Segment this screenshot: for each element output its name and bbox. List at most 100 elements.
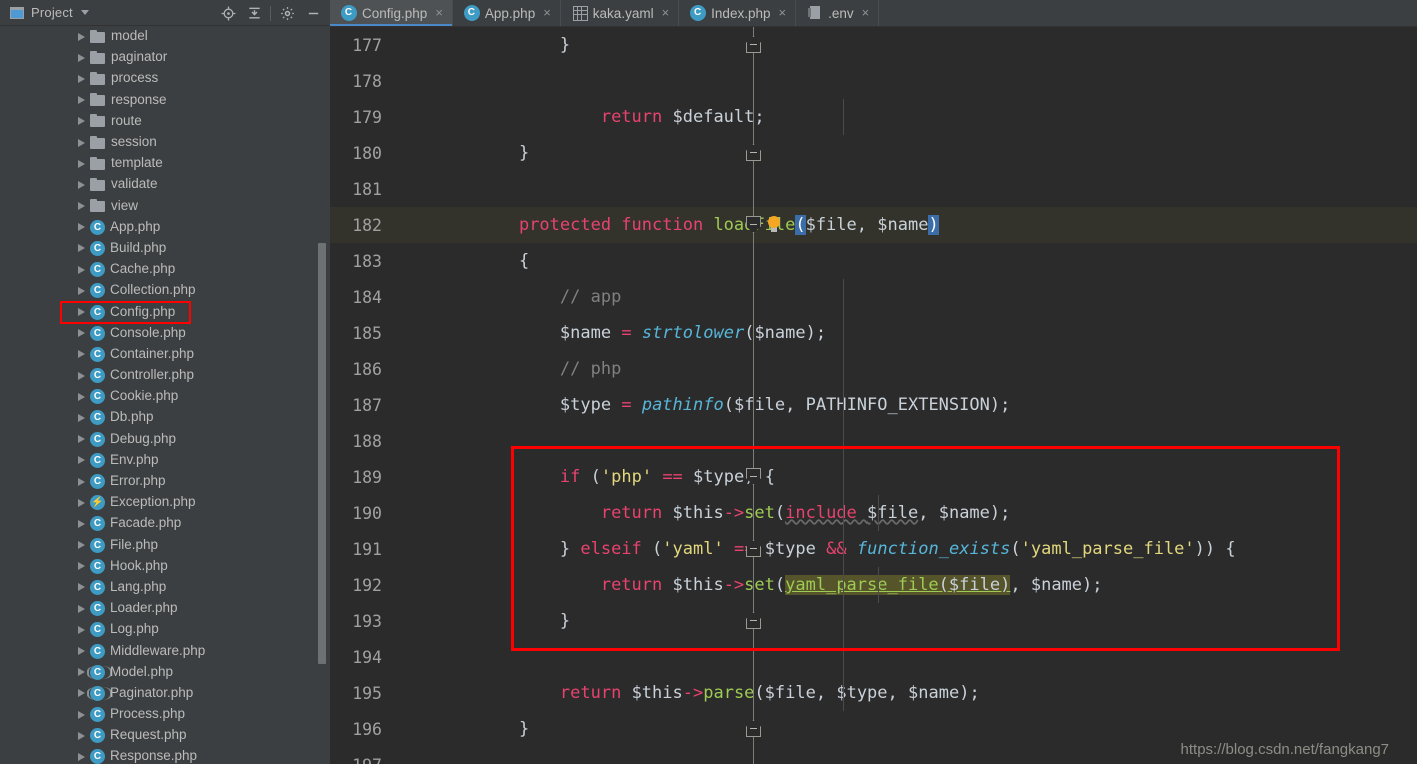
code-line[interactable]: 186 // php: [330, 351, 1417, 387]
tree-item-response-php[interactable]: Response.php: [0, 746, 330, 764]
editor-tab-configphp[interactable]: Config.php ×: [330, 0, 453, 26]
tree-item-cache-php[interactable]: Cache.php: [0, 259, 330, 280]
editor-gutter[interactable]: [382, 459, 478, 495]
tree-item-exception-php[interactable]: Exception.php: [0, 492, 330, 513]
editor-gutter[interactable]: [382, 495, 478, 531]
code-line[interactable]: 180 }: [330, 135, 1417, 171]
code-line[interactable]: 181: [330, 171, 1417, 207]
expand-arrow-icon[interactable]: [78, 668, 85, 677]
editor-gutter[interactable]: [382, 279, 478, 315]
code-line[interactable]: 189 if ('php' == $type) {: [330, 459, 1417, 495]
tree-item-model[interactable]: model: [0, 26, 330, 47]
expand-arrow-icon[interactable]: [78, 477, 85, 486]
expand-arrow-icon[interactable]: [78, 159, 85, 168]
expand-arrow-icon[interactable]: [78, 710, 85, 719]
sidebar-scrollbar[interactable]: [318, 243, 326, 664]
code-line[interactable]: 182 protected function loadFile($file, $…: [330, 207, 1417, 243]
expand-arrow-icon[interactable]: [78, 392, 85, 401]
expand-arrow-icon[interactable]: [78, 96, 85, 105]
tree-item-env-php[interactable]: Env.php: [0, 450, 330, 471]
expand-arrow-icon[interactable]: [78, 435, 85, 444]
editor-gutter[interactable]: [382, 567, 478, 603]
tree-item-view[interactable]: view: [0, 196, 330, 217]
editor-gutter[interactable]: [382, 315, 478, 351]
expand-arrow-icon[interactable]: [78, 117, 85, 126]
tree-item-container-php[interactable]: Container.php: [0, 344, 330, 365]
tree-item-loader-php[interactable]: Loader.php: [0, 598, 330, 619]
expand-arrow-icon[interactable]: [78, 519, 85, 528]
expand-arrow-icon[interactable]: [78, 223, 85, 232]
editor-tab-env[interactable]: .env ×: [796, 0, 880, 26]
expand-arrow-icon[interactable]: [78, 562, 85, 571]
tree-item-app-php[interactable]: App.php: [0, 217, 330, 238]
expand-arrow-icon[interactable]: [78, 625, 85, 634]
tree-item-paginator[interactable]: paginator: [0, 47, 330, 68]
tree-item-facade-php[interactable]: Facade.php: [0, 513, 330, 534]
expand-arrow-icon[interactable]: [78, 308, 85, 317]
expand-arrow-icon[interactable]: [78, 731, 85, 740]
intention-bulb-icon[interactable]: [767, 216, 781, 233]
tree-item-request-php[interactable]: Request.php: [0, 725, 330, 746]
editor-gutter[interactable]: [382, 27, 478, 63]
chevron-down-icon[interactable]: [80, 10, 89, 15]
expand-arrow-icon[interactable]: [78, 371, 85, 380]
expand-arrow-icon[interactable]: [78, 604, 85, 613]
editor-tab-indexphp[interactable]: Index.php ×: [679, 0, 797, 26]
expand-arrow-icon[interactable]: [78, 286, 85, 295]
expand-arrow-icon[interactable]: [78, 138, 85, 147]
tree-item-log-php[interactable]: Log.php: [0, 619, 330, 640]
code-line[interactable]: 179 return $default;: [330, 99, 1417, 135]
tree-item-console-php[interactable]: Console.php: [0, 323, 330, 344]
expand-arrow-icon[interactable]: [78, 647, 85, 656]
expand-arrow-icon[interactable]: [78, 180, 85, 189]
editor-gutter[interactable]: [382, 99, 478, 135]
settings-gear-icon[interactable]: [274, 0, 300, 26]
tree-item-session[interactable]: session: [0, 132, 330, 153]
expand-arrow-icon[interactable]: [78, 32, 85, 41]
code-line[interactable]: 177 }: [330, 27, 1417, 63]
editor-gutter[interactable]: [382, 747, 478, 764]
tree-item-template[interactable]: template: [0, 153, 330, 174]
expand-arrow-icon[interactable]: [78, 583, 85, 592]
hide-panel-icon[interactable]: [300, 0, 326, 26]
close-icon[interactable]: ×: [543, 6, 551, 19]
code-line[interactable]: 183 {: [330, 243, 1417, 279]
editor-gutter[interactable]: [382, 675, 478, 711]
tree-item-response[interactable]: response: [0, 90, 330, 111]
editor-tab-appphp[interactable]: App.php ×: [452, 0, 561, 26]
editor-gutter[interactable]: [382, 423, 478, 459]
code-line[interactable]: 188: [330, 423, 1417, 459]
close-icon[interactable]: ×: [862, 6, 870, 19]
expand-arrow-icon[interactable]: [78, 456, 85, 465]
code-line[interactable]: 194: [330, 639, 1417, 675]
tree-item-route[interactable]: route: [0, 111, 330, 132]
locate-target-icon[interactable]: [215, 0, 241, 26]
tree-item-error-php[interactable]: Error.php: [0, 471, 330, 492]
tree-item-middleware-php[interactable]: Middleware.php: [0, 640, 330, 661]
editor-gutter[interactable]: [382, 639, 478, 675]
close-icon[interactable]: ×: [662, 6, 670, 19]
expand-arrow-icon[interactable]: [78, 689, 85, 698]
tree-item-config-php[interactable]: Config.php: [0, 301, 330, 322]
editor-gutter[interactable]: [382, 531, 478, 567]
tree-item-model-php[interactable]: Model.php: [0, 662, 330, 683]
code-line[interactable]: 193 }: [330, 603, 1417, 639]
tree-item-controller-php[interactable]: Controller.php: [0, 365, 330, 386]
expand-arrow-icon[interactable]: [78, 498, 85, 507]
tree-item-debug-php[interactable]: Debug.php: [0, 429, 330, 450]
expand-arrow-icon[interactable]: [78, 74, 85, 83]
tree-item-validate[interactable]: validate: [0, 174, 330, 195]
code-line[interactable]: 192 return $this->set(yaml_parse_file($f…: [330, 567, 1417, 603]
editor-gutter[interactable]: [382, 135, 478, 171]
expand-arrow-icon[interactable]: [78, 202, 85, 211]
code-line[interactable]: 191 } elseif ('yaml' == $type && functio…: [330, 531, 1417, 567]
expand-arrow-icon[interactable]: [78, 350, 85, 359]
expand-arrow-icon[interactable]: [78, 265, 85, 274]
code-line[interactable]: 195 return $this->parse($file, $type, $n…: [330, 675, 1417, 711]
code-line[interactable]: 187 $type = pathinfo($file, PATHINFO_EXT…: [330, 387, 1417, 423]
tree-item-process-php[interactable]: Process.php: [0, 704, 330, 725]
collapse-all-icon[interactable]: [241, 0, 267, 26]
expand-arrow-icon[interactable]: [78, 53, 85, 62]
editor-gutter[interactable]: [382, 711, 478, 747]
code-line[interactable]: 178: [330, 63, 1417, 99]
